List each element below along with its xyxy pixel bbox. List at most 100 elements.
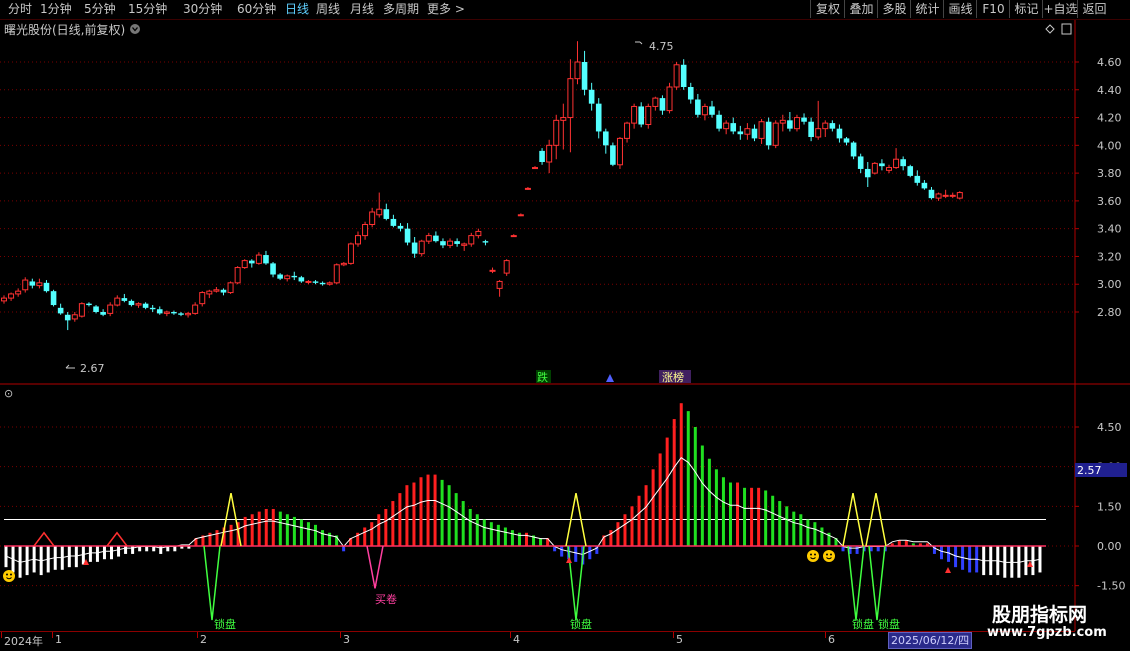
price-tick-label: 3.60 bbox=[1097, 195, 1122, 208]
toolbar-button[interactable]: 标记 bbox=[1009, 0, 1043, 18]
candle-body bbox=[716, 114, 722, 129]
period-tab[interactable]: 日线 bbox=[285, 1, 309, 17]
candle-body bbox=[149, 307, 156, 310]
candle-body bbox=[603, 131, 609, 146]
candle-body bbox=[22, 279, 29, 291]
indicator-bar bbox=[398, 493, 402, 546]
candle-body bbox=[340, 262, 347, 266]
period-tab[interactable]: 1分钟 bbox=[40, 1, 72, 17]
indicator-bar bbox=[250, 514, 254, 546]
candle-body bbox=[914, 175, 921, 183]
candle-body bbox=[680, 64, 687, 87]
date-tick bbox=[52, 632, 53, 638]
toolbar-button[interactable]: 叠加 bbox=[844, 0, 878, 18]
candle-body bbox=[900, 159, 906, 167]
period-tab[interactable]: 月线 bbox=[350, 1, 374, 17]
period-tab[interactable]: 多周期 bbox=[383, 1, 419, 17]
period-tab[interactable]: 60分钟 bbox=[237, 1, 276, 17]
candle-body bbox=[71, 314, 78, 320]
candle-body bbox=[517, 214, 524, 217]
indicator-bar bbox=[658, 453, 662, 546]
period-tab[interactable]: 更多 > bbox=[427, 1, 465, 17]
indicator-bar bbox=[278, 511, 282, 546]
price-chart[interactable]: 4.60 4.40 4.20 4.00 3.80 3.60 3.40 3.20 3.00 2.80… bbox=[0, 20, 1130, 385]
candle-body bbox=[850, 142, 857, 157]
candle-body bbox=[893, 158, 900, 169]
indicator-bar bbox=[454, 493, 458, 546]
indicator-bar bbox=[124, 546, 128, 554]
indicator-bar bbox=[1010, 546, 1014, 578]
spike-marker bbox=[106, 531, 128, 547]
candle-body bbox=[369, 211, 376, 225]
price-tick-label: 3.00 bbox=[1097, 278, 1122, 291]
indicator-bar bbox=[95, 546, 99, 562]
candle-body bbox=[454, 241, 460, 244]
candle-body bbox=[553, 119, 560, 146]
candle-body bbox=[383, 209, 390, 219]
candle-body bbox=[709, 106, 715, 115]
candle-body bbox=[326, 282, 333, 285]
indicator-chart[interactable]: 4.503.001.500.00-1.502.57锁盘锁盘锁盘锁盘买卷 bbox=[0, 385, 1130, 631]
indicator-bar bbox=[672, 419, 676, 546]
candle-body bbox=[163, 311, 170, 314]
toolbar-button[interactable]: F10 bbox=[976, 0, 1010, 18]
dropdown-icon bbox=[130, 24, 140, 34]
toolbar-button[interactable]: 画线 bbox=[943, 0, 977, 18]
indicator-menu-icon[interactable]: ⊙ bbox=[4, 387, 13, 400]
date-tick bbox=[825, 632, 826, 638]
candle-body bbox=[15, 290, 22, 295]
indicator-bar bbox=[363, 527, 367, 546]
toolbar-button[interactable]: 统计 bbox=[910, 0, 944, 18]
indicator-bar bbox=[939, 546, 943, 560]
date-tick-label: 2 bbox=[200, 633, 207, 646]
candle-body bbox=[808, 121, 814, 137]
indicator-bar bbox=[897, 540, 901, 546]
toolbar-button[interactable]: 复权 bbox=[810, 0, 845, 18]
current-value: 2.57 bbox=[1077, 464, 1102, 477]
indicator-bar bbox=[588, 546, 592, 560]
candle-body bbox=[64, 314, 71, 321]
indicator-bar bbox=[271, 508, 275, 546]
smiley-eye bbox=[6, 573, 8, 576]
candle-body bbox=[907, 166, 914, 176]
indicator-bar bbox=[679, 403, 683, 546]
diamond-icon bbox=[1045, 24, 1055, 34]
indicator-bar bbox=[81, 546, 85, 565]
indicator-bar bbox=[461, 501, 465, 546]
indicator-bar bbox=[264, 508, 268, 546]
toolbar-button[interactable]: 返回 bbox=[1077, 0, 1111, 18]
period-tab[interactable]: 周线 bbox=[316, 1, 340, 17]
indicator-tick-label: 0.00 bbox=[1097, 540, 1122, 553]
candle-body bbox=[418, 240, 425, 255]
period-tab[interactable]: 分时 bbox=[8, 1, 32, 17]
indicator-bar bbox=[806, 519, 810, 546]
price-tick-label: 3.40 bbox=[1097, 223, 1122, 236]
indicator-bar bbox=[313, 524, 317, 546]
candle-body bbox=[347, 243, 354, 264]
price-tick-label: 3.80 bbox=[1097, 167, 1122, 180]
candle-body bbox=[433, 235, 439, 242]
candle-body bbox=[624, 122, 631, 139]
candle-body bbox=[425, 235, 432, 242]
indicator-bar bbox=[433, 474, 437, 546]
period-tab[interactable]: 30分钟 bbox=[183, 1, 222, 17]
date-tick-label: 2024年 bbox=[4, 635, 43, 648]
candle-body bbox=[928, 189, 935, 199]
rise-list-marker: 涨榜 bbox=[662, 370, 684, 384]
candle-body bbox=[864, 168, 871, 178]
candle-body bbox=[241, 260, 248, 269]
candle-body bbox=[192, 304, 199, 314]
toolbar-button[interactable]: 多股 bbox=[877, 0, 911, 18]
period-tab[interactable]: 15分钟 bbox=[128, 1, 167, 17]
candle-body bbox=[779, 119, 786, 124]
candle-body bbox=[171, 312, 177, 314]
indicator-bar bbox=[721, 477, 725, 546]
indicator-bar bbox=[215, 530, 219, 546]
indicator-legend: ⊙ bbox=[4, 387, 88, 401]
toolbar-button[interactable]: +自选 bbox=[1042, 0, 1078, 18]
candle-body bbox=[695, 99, 701, 115]
period-tab[interactable]: 5分钟 bbox=[84, 1, 116, 17]
candle-body bbox=[206, 290, 213, 295]
spike-marker bbox=[33, 531, 55, 547]
candle-body bbox=[532, 167, 538, 170]
